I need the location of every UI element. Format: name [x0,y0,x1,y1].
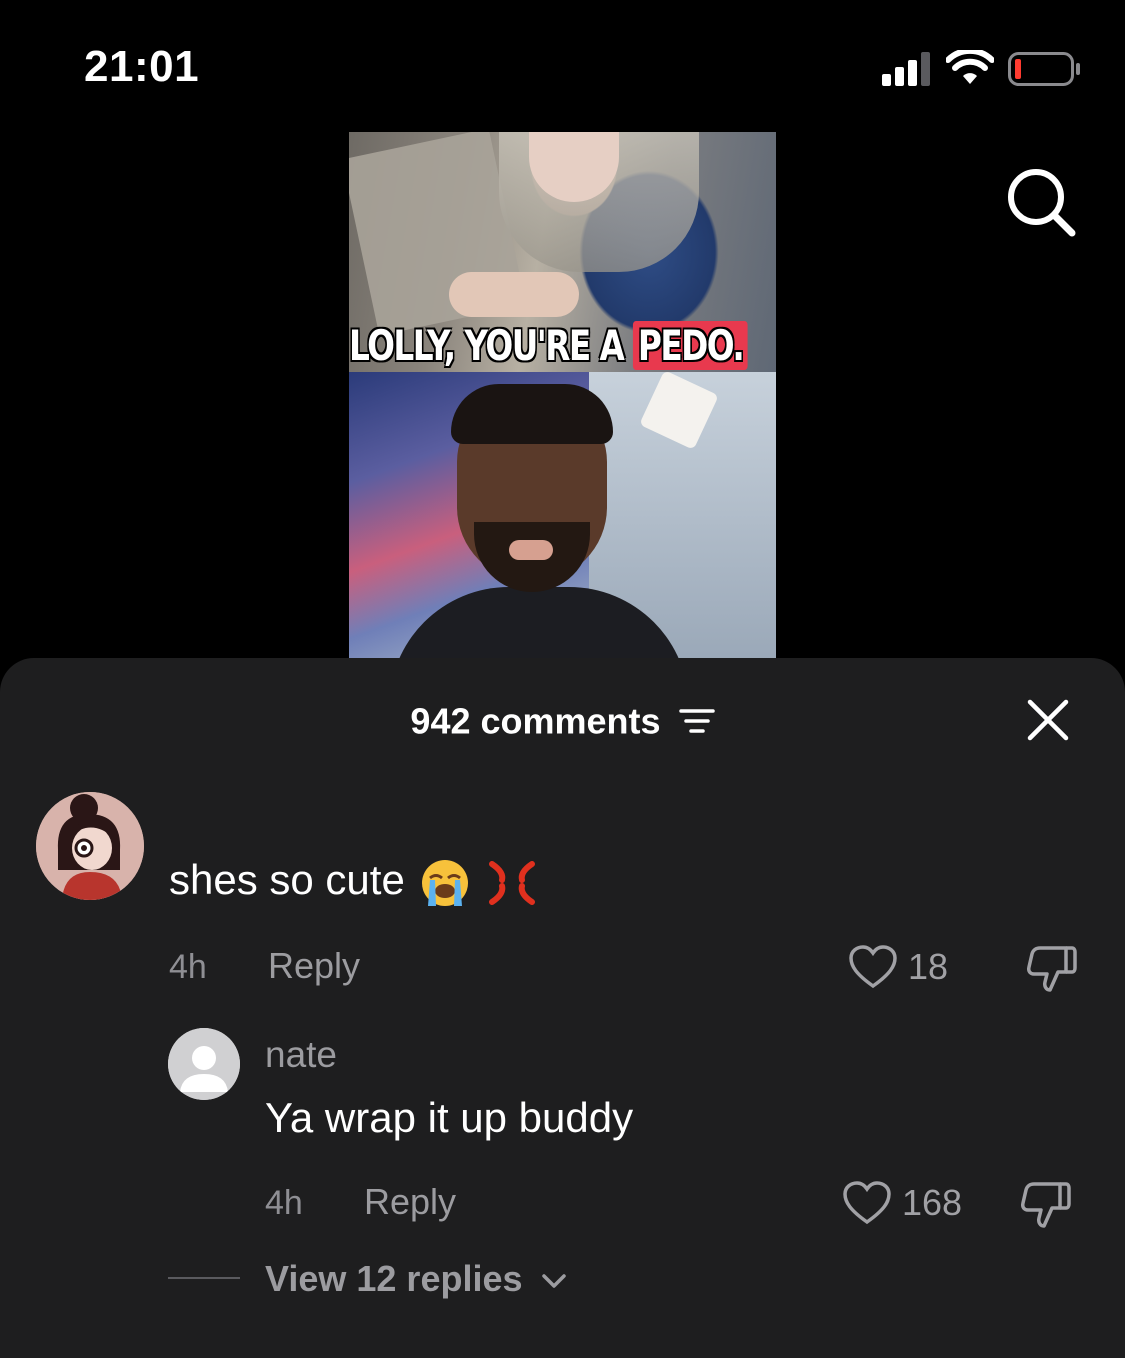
avatar[interactable] [36,792,144,900]
video-person-mouth [509,540,553,560]
search-icon[interactable] [1004,165,1078,239]
cellular-signal-icon [882,52,930,86]
close-icon[interactable] [1026,698,1070,742]
default-avatar-icon[interactable] [168,1028,240,1100]
reply-time: 4h [265,1184,303,1222]
video-preview[interactable]: LOLLY, YOU'RE A PEDO. [349,132,776,662]
view-replies-button[interactable]: View 12 replies [265,1258,569,1300]
video-caption-highlight: PEDO. [633,321,748,370]
battery-low-icon [1008,52,1080,86]
video-person-hair [451,384,613,444]
comment-text: shes so cute [169,856,538,908]
status-bar: 21:01 [0,0,1125,130]
replies-divider [168,1277,240,1279]
video-character-hand [449,272,579,317]
comment-time: 4h [169,948,207,986]
anger-symbol-icon [489,860,536,905]
comments-count: 942 comments [410,700,661,742]
chevron-down-icon [541,1274,566,1289]
heart-icon [843,1181,891,1225]
reply-username[interactable]: nate [265,1034,337,1076]
comments-sheet: 942 comments shes so cute 4h Reply 18 na… [0,658,1125,1358]
thumbs-down-icon[interactable] [1020,1180,1072,1230]
like-button[interactable]: 18 [848,942,948,992]
video-frame-bottom [349,370,776,662]
video-caption: LOLLY, YOU'RE A PEDO. [349,321,748,370]
filter-lines-icon[interactable] [678,706,715,736]
reply-text: Ya wrap it up buddy [265,1094,634,1141]
view-replies-label: View 12 replies [265,1258,523,1299]
reply-like-button[interactable]: 168 [842,1178,962,1228]
reply-like-count: 168 [902,1182,963,1223]
heart-icon [849,945,897,989]
wifi-icon [946,50,994,84]
comments-header: 942 comments [0,698,1125,742]
reply-reply-button[interactable]: Reply [364,1181,456,1223]
reply-button[interactable]: Reply [268,945,360,987]
comment-body: shes so cute [169,856,405,903]
loudly-crying-face-icon [422,859,469,906]
status-time: 21:01 [84,42,200,91]
video-caption-main: LOLLY, YOU'RE A [349,321,634,370]
thumbs-down-icon[interactable] [1026,944,1078,994]
like-count: 18 [908,946,949,987]
